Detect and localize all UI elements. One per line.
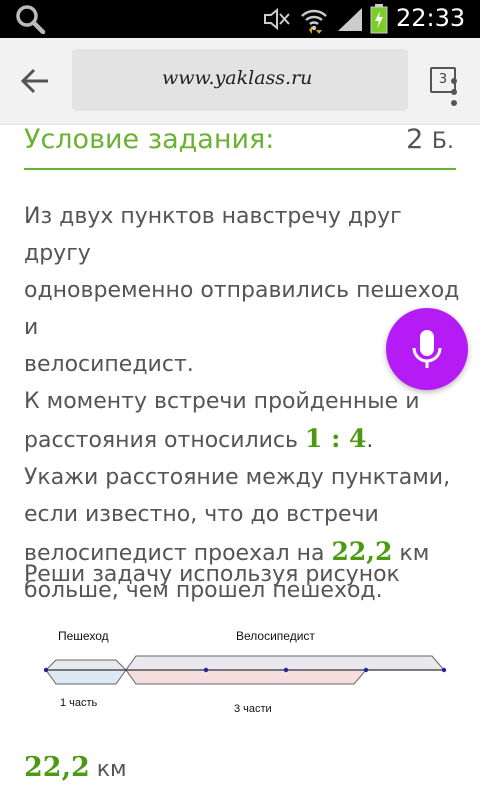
signal-icon [338, 8, 362, 31]
problem-text-span: расстояния относились [24, 428, 305, 453]
answer-value: 22,2 [24, 752, 90, 783]
pedestrian-top-band [44, 659, 128, 671]
answer-line: 22,2 км [24, 752, 127, 783]
problem-line: расстояния относились 1 : 4. [24, 420, 464, 459]
search-icon[interactable] [14, 4, 48, 34]
label-one-part: 1 часть [60, 697, 98, 709]
status-bar: 22:33 [0, 0, 480, 38]
point-dot [283, 667, 289, 673]
points-value: 2 [406, 124, 424, 155]
point-dot [203, 667, 209, 673]
answer-unit: км [96, 757, 127, 782]
address-bar[interactable]: www.yaklass.ru [72, 49, 457, 111]
problem-line: Из двух пунктов навстречу друг другу [24, 204, 402, 266]
tabs-button[interactable]: 3 [430, 67, 456, 93]
label-pedestrian: Пешеход [58, 629, 109, 643]
heading-divider [24, 168, 456, 170]
points-label: 2 Б. [406, 124, 454, 155]
problem-text: Из двух пунктов навстречу друг другу одн… [24, 198, 464, 609]
points-unit: Б. [431, 129, 454, 154]
cyclist-parts [125, 669, 368, 685]
clock: 22:33 [396, 4, 466, 32]
back-arrow-icon[interactable] [18, 64, 52, 98]
segment-diagram: Пешеход Велосипедист 1 часть 3 части [43, 629, 447, 715]
problem-line: если известно, что до встречи [24, 502, 379, 527]
pedestrian-part [45, 669, 127, 685]
point-dot [43, 667, 49, 673]
browser-toolbar: www.yaklass.ru 3 [0, 38, 480, 125]
task-heading: Условие задания: [24, 124, 275, 155]
problem-line: Укажи расстояние между пунктами, [24, 465, 451, 490]
instruction-text: Реши задачу используя рисунок [24, 562, 400, 587]
url-text: www.yaklass.ru [162, 67, 313, 89]
label-three-parts: 3 части [234, 703, 272, 715]
microphone-icon [412, 330, 442, 368]
ratio-value: 1 : 4 [304, 424, 367, 453]
label-cyclist: Велосипедист [236, 629, 315, 643]
cyclist-top-band [125, 655, 446, 671]
voice-input-button[interactable] [386, 308, 468, 390]
problem-text-span: . [366, 428, 374, 453]
point-dot [363, 667, 369, 673]
point-dot [441, 667, 447, 673]
battery-icon [370, 4, 388, 34]
wifi-icon [301, 9, 327, 34]
mute-icon [264, 7, 290, 31]
